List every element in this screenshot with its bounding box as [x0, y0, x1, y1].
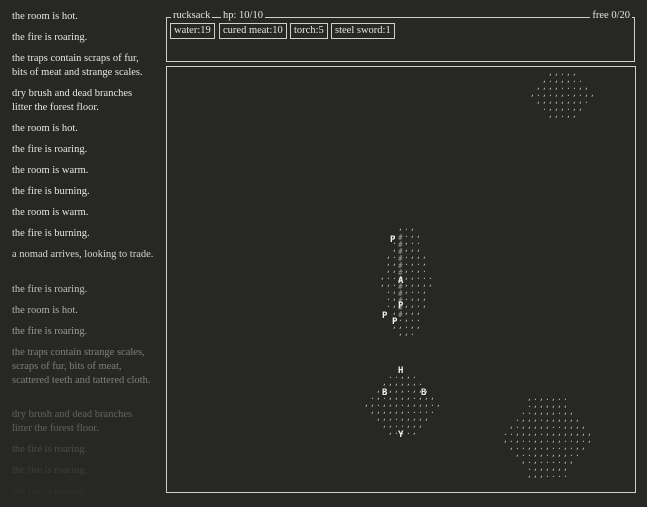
- landmark-outpost: P: [382, 311, 388, 321]
- log-message: the fire is roaring.: [12, 32, 88, 43]
- terrain-tile: ,: [587, 435, 592, 444]
- log-message: the room is hot.: [12, 123, 78, 134]
- terrain-tile: ,: [509, 442, 514, 451]
- landmark-borehole: B: [382, 388, 388, 398]
- terrain-tile: ,: [566, 110, 571, 119]
- terrain-tile: ,: [376, 413, 381, 422]
- supply-item-water: water:19: [170, 23, 215, 39]
- landmark-wanderer: Y: [398, 430, 404, 440]
- terrain-tile: ,: [527, 470, 532, 479]
- log-message: the room is warm.: [12, 165, 89, 176]
- terrain-tile: ,: [404, 328, 409, 337]
- terrain-tile: ,: [412, 427, 417, 436]
- terrain-tile: .: [563, 470, 568, 479]
- terrain-tile: ,: [515, 449, 520, 458]
- rucksack-title: rucksack: [171, 10, 213, 22]
- hp-readout: hp: 10/10: [221, 10, 265, 22]
- log-message: the room is warm.: [12, 207, 89, 218]
- log-message: dry brush and dead branches litter the f…: [12, 88, 133, 113]
- log-message: the traps contain strange scales, scraps…: [12, 347, 151, 386]
- log-message: the fire is roaring.: [12, 144, 88, 155]
- terrain-tile: ,: [370, 406, 375, 415]
- terrain-tile: ,: [581, 442, 586, 451]
- terrain-tile: ,: [548, 110, 553, 119]
- terrain-tile: ,: [416, 321, 421, 330]
- supply-item-cured-meat: cured meat:10: [219, 23, 287, 39]
- terrain-tile: .: [386, 300, 391, 309]
- rucksack-panel: rucksack hp: 10/10 free 0/20 water:19 cu…: [166, 10, 635, 62]
- free-space-readout: free 0/20: [590, 10, 632, 22]
- log-message: the fire is burning.: [12, 228, 90, 239]
- terrain-tile: .: [410, 328, 415, 337]
- log-message: a nomad arrives, looking to trade.: [12, 249, 154, 260]
- terrain-tile: .: [557, 470, 562, 479]
- terrain-tile: ,: [569, 456, 574, 465]
- terrain-tile: ,: [424, 413, 429, 422]
- terrain-tile: ,: [572, 110, 577, 119]
- terrain-tile: ,: [428, 279, 433, 288]
- supply-item-torch: torch:5: [290, 23, 328, 39]
- log-message: the room is hot.: [12, 305, 78, 316]
- terrain-tile: ,: [398, 328, 403, 337]
- terrain-tile: .: [575, 449, 580, 458]
- landmark-outpost: P: [398, 301, 404, 311]
- log-message: the fire is roaring.: [12, 485, 154, 499]
- landmark-village: A: [398, 276, 404, 286]
- terrain-tile: ,: [503, 435, 508, 444]
- terrain-tile: ,: [364, 399, 369, 408]
- log-message: the fire is burning.: [12, 186, 90, 197]
- landmark-house: H: [398, 366, 403, 376]
- landmark-outpost: P: [392, 317, 398, 327]
- road-tile: #: [398, 310, 403, 319]
- world-map[interactable]: ,,.,,,.,,,..,,,,...,,,.,.,,.,.,,,,,,,,,,…: [166, 66, 636, 493]
- log-message: the fire is roaring.: [12, 326, 88, 337]
- terrain-tile: ,: [530, 89, 535, 98]
- terrain-tile: .: [560, 110, 565, 119]
- terrain-tile: ,: [590, 89, 595, 98]
- terrain-tile: ,: [418, 420, 423, 429]
- terrain-tile: ,: [422, 300, 427, 309]
- terrain-tile: .: [430, 406, 435, 415]
- terrain-tile: .: [584, 96, 589, 105]
- terrain-tile: ,: [436, 399, 441, 408]
- terrain-tile: ,: [380, 279, 385, 288]
- terrain-tile: ,: [578, 103, 583, 112]
- terrain-tile: ,: [554, 110, 559, 119]
- landmark-outpost: P: [390, 235, 396, 245]
- terrain-tile: ,: [536, 96, 541, 105]
- terrain-tile: ,: [382, 420, 387, 429]
- log-message: the fire is roaring.: [12, 284, 88, 295]
- landmark-borehole: B: [421, 388, 427, 398]
- log-message: dry brush and dead branches litter the f…: [12, 409, 133, 434]
- terrain-tile: ,: [388, 427, 393, 436]
- map-canvas: ,,.,,,.,,,..,,,,...,,,.,.,,.,.,,,,,,,,,,…: [364, 68, 595, 479]
- terrain-tile: .: [542, 103, 547, 112]
- log-message: the fire is roaring.: [12, 465, 88, 476]
- log-message: the traps contain scraps of fur, bits of…: [12, 53, 143, 78]
- terrain-tile: .: [545, 470, 550, 479]
- terrain-tile: ,: [533, 470, 538, 479]
- log-message: the room is hot.: [12, 11, 78, 22]
- terrain-tile: .: [406, 427, 411, 436]
- log-message: the fire is roaring.: [12, 444, 88, 455]
- supply-item-steel-sword: steel sword:1: [331, 23, 395, 39]
- event-log: the room is hot. the fire is roaring. the …: [0, 0, 158, 507]
- terrain-tile: .: [551, 470, 556, 479]
- terrain-tile: ,: [539, 470, 544, 479]
- terrain-tile: ,: [521, 456, 526, 465]
